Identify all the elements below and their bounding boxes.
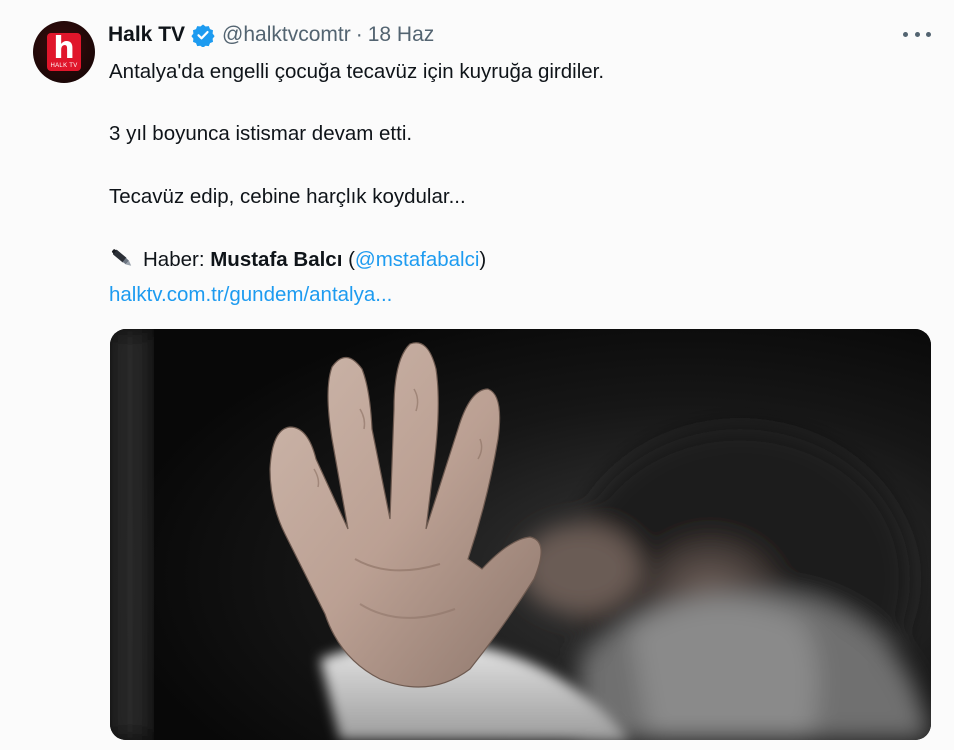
- pen-icon: [109, 246, 135, 270]
- credit-handle-link[interactable]: @mstafabalci: [355, 248, 480, 271]
- more-options-icon[interactable]: [903, 22, 931, 46]
- credit-name: Mustafa Balcı: [210, 248, 343, 271]
- header-separator: ·: [355, 23, 363, 46]
- tweet-text-line: 3 yıl boyunca istismar devam etti.: [109, 122, 413, 145]
- author-handle[interactable]: @halktvcomtr: [222, 23, 351, 47]
- more-dot: [914, 31, 920, 37]
- more-dot: [926, 31, 931, 37]
- tweet-text-line: Antalya'da engelli çocuğa tecavüz için k…: [109, 60, 605, 83]
- verified-badge-icon: [191, 23, 215, 48]
- tweet-date[interactable]: 18 Haz: [368, 23, 435, 47]
- credit-prefix: Haber:: [143, 248, 205, 271]
- tweet-media-photo[interactable]: [110, 329, 931, 740]
- author-display-name[interactable]: Halk TV: [108, 23, 185, 47]
- photo-raised-hand-child: [110, 329, 931, 740]
- article-link[interactable]: halktv.com.tr/gundem/antalya...: [109, 281, 392, 309]
- avatar-logo-letter: h: [53, 31, 75, 66]
- tweet-text-line: Tecavüz edip, cebine harçlık koydular...: [109, 185, 466, 208]
- tweet-card[interactable]: h HALK TV Halk TV @halktvcomtr · 18 Haz …: [0, 0, 954, 750]
- tweet-header: Halk TV @halktvcomtr · 18 Haz: [108, 20, 434, 50]
- avatar-logo-subtext: HALK TV: [50, 63, 78, 69]
- tweet-credit-line: Haber: Mustafa Balcı (@mstafabalci): [109, 246, 486, 274]
- more-dot: [903, 31, 908, 37]
- author-avatar[interactable]: h HALK TV: [33, 21, 95, 83]
- credit-open-paren: (: [348, 248, 355, 271]
- credit-close-paren: ): [479, 248, 487, 271]
